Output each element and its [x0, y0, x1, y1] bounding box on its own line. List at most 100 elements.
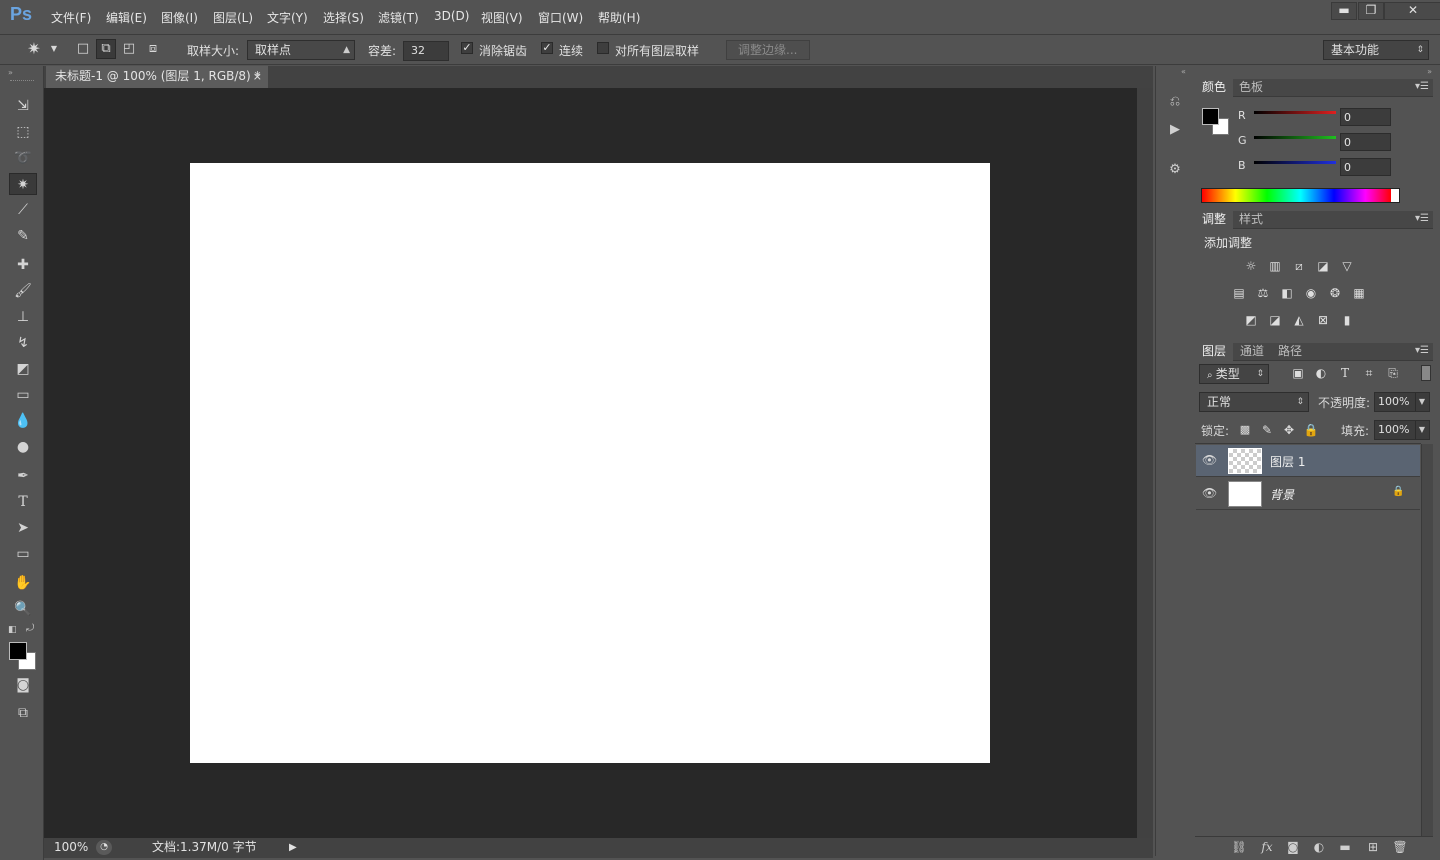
history-panel-icon[interactable]: ⎌: [1162, 92, 1188, 112]
vibrance-icon[interactable]: ▽: [1338, 258, 1356, 274]
filter-pixel-icon[interactable]: ▣: [1289, 365, 1307, 381]
refine-edge-button[interactable]: 调整边缘...: [726, 40, 810, 60]
add-mask-icon[interactable]: ◙: [1284, 838, 1302, 856]
menu-edit[interactable]: 编辑(E): [106, 9, 147, 26]
panel-menu-icon[interactable]: ▾☰: [1415, 211, 1429, 227]
link-layers-icon[interactable]: ⛓: [1230, 838, 1248, 856]
layer-row-background[interactable]: 👁 背景 🔒: [1196, 478, 1420, 510]
healing-brush-tool-icon[interactable]: ✚: [9, 254, 37, 276]
new-adjustment-icon[interactable]: ◐: [1310, 838, 1328, 856]
opacity-input[interactable]: 100% ▼: [1374, 392, 1430, 412]
channel-mixer-icon[interactable]: ❂: [1326, 285, 1344, 301]
channel-r-input[interactable]: 0: [1340, 108, 1391, 126]
zoom-tool-icon[interactable]: 🔍: [9, 598, 37, 620]
tab-adjustments[interactable]: 调整: [1195, 211, 1234, 229]
panel-menu-icon[interactable]: ▾☰: [1415, 343, 1429, 359]
clone-stamp-tool-icon[interactable]: ⊥: [9, 306, 37, 328]
pen-tool-icon[interactable]: ✒: [9, 465, 37, 487]
tab-swatches[interactable]: 色板: [1232, 79, 1270, 97]
menu-help[interactable]: 帮助(H): [598, 9, 640, 26]
menu-file[interactable]: 文件(F): [51, 9, 91, 26]
toolbar-grip[interactable]: [10, 80, 34, 82]
exposure-icon[interactable]: ◪: [1314, 258, 1332, 274]
brightness-icon[interactable]: ☼: [1242, 258, 1260, 274]
posterize-icon[interactable]: ◪: [1266, 312, 1284, 328]
close-window-button[interactable]: ✕: [1384, 2, 1440, 20]
vertical-scrollbar[interactable]: [1137, 88, 1153, 838]
channel-b-input[interactable]: 0: [1340, 158, 1391, 176]
lock-transparent-icon[interactable]: ▩: [1236, 422, 1254, 438]
hue-sat-icon[interactable]: ▤: [1230, 285, 1248, 301]
properties-panel-icon[interactable]: ⚙: [1162, 160, 1188, 180]
chevron-down-icon[interactable]: ▼: [1414, 421, 1425, 439]
foreground-color-swatch[interactable]: [9, 642, 27, 660]
hand-tool-icon[interactable]: ✋: [9, 572, 37, 594]
filter-smart-object-icon[interactable]: ⎘: [1384, 365, 1402, 381]
magic-wand-preset-icon[interactable]: ✷: [22, 40, 46, 58]
actions-panel-icon[interactable]: ▶: [1162, 120, 1188, 140]
visibility-eye-icon[interactable]: 👁: [1202, 486, 1217, 500]
lock-pixels-icon[interactable]: ✎: [1258, 422, 1276, 438]
tab-paths[interactable]: 路径: [1271, 343, 1309, 361]
type-tool-icon[interactable]: T: [9, 491, 37, 513]
chevron-down-icon[interactable]: ▼: [1414, 393, 1425, 411]
marquee-tool-icon[interactable]: ⬚: [9, 121, 37, 143]
filter-adjustment-icon[interactable]: ◐: [1312, 365, 1330, 381]
tab-styles[interactable]: 样式: [1232, 211, 1270, 229]
expand-panels-icon[interactable]: «: [1181, 67, 1186, 76]
levels-icon[interactable]: ▥: [1266, 258, 1284, 274]
menu-layer[interactable]: 图层(L): [213, 9, 253, 26]
tab-layers[interactable]: 图层: [1195, 343, 1234, 361]
restore-button[interactable]: ❐: [1358, 2, 1384, 20]
color-lookup-icon[interactable]: ▦: [1350, 285, 1368, 301]
channel-g-slider[interactable]: [1254, 136, 1336, 139]
layer-row-layer1[interactable]: 👁 图层 1: [1196, 445, 1420, 477]
close-tab-icon[interactable]: ×: [253, 66, 262, 87]
history-brush-tool-icon[interactable]: ↯: [9, 332, 37, 354]
contiguous-checkbox[interactable]: ✓: [541, 42, 553, 54]
tab-channels[interactable]: 通道: [1233, 343, 1271, 361]
menu-view[interactable]: 视图(V): [481, 9, 523, 26]
filter-toggle[interactable]: [1421, 365, 1431, 381]
screen-mode-icon[interactable]: ⧉: [9, 702, 37, 724]
color-balance-icon[interactable]: ⚖: [1254, 285, 1272, 301]
invert-icon[interactable]: ◩: [1242, 312, 1260, 328]
color-spectrum-bar[interactable]: [1201, 188, 1400, 203]
default-colors-icon[interactable]: ◧: [8, 625, 17, 635]
filter-shape-icon[interactable]: ⌗: [1360, 365, 1378, 381]
chevron-down-icon[interactable]: ▼: [49, 40, 59, 58]
swap-colors-icon[interactable]: ⤾: [26, 623, 34, 634]
channel-r-slider[interactable]: [1254, 111, 1336, 114]
menu-filter[interactable]: 滤镜(T): [378, 9, 419, 26]
visibility-eye-icon[interactable]: 👁: [1202, 453, 1217, 467]
move-tool-icon[interactable]: ⇲: [9, 95, 37, 117]
new-selection-icon[interactable]: □: [74, 40, 92, 58]
threshold-icon[interactable]: ◭: [1290, 312, 1308, 328]
channel-b-slider[interactable]: [1254, 161, 1336, 164]
filter-type-icon[interactable]: T: [1336, 365, 1354, 381]
delete-layer-icon[interactable]: 🗑: [1391, 838, 1409, 856]
canvas[interactable]: [190, 163, 990, 763]
tolerance-input[interactable]: 32: [403, 41, 449, 61]
magic-wand-tool-icon[interactable]: ✷: [9, 173, 37, 195]
brush-tool-icon[interactable]: 🖌: [9, 280, 37, 302]
channel-g-input[interactable]: 0: [1340, 133, 1391, 151]
layer-filter-select[interactable]: ⌕ 类型 ⇕: [1199, 364, 1269, 384]
menu-3d[interactable]: 3D(D): [434, 9, 469, 23]
selective-color-icon[interactable]: ⊠: [1314, 312, 1332, 328]
rectangle-tool-icon[interactable]: ▭: [9, 543, 37, 565]
tab-color[interactable]: 颜色: [1195, 79, 1234, 97]
gradient-map-icon[interactable]: ▮: [1338, 312, 1356, 328]
menu-image[interactable]: 图像(I): [161, 9, 198, 26]
lock-all-icon[interactable]: 🔒: [1302, 422, 1320, 438]
sample-size-select[interactable]: 取样点 ▲: [247, 40, 355, 60]
menu-type[interactable]: 文字(Y): [267, 9, 308, 26]
panel-foreground-swatch[interactable]: [1202, 108, 1219, 125]
layer-name[interactable]: 图层 1: [1270, 453, 1305, 470]
dodge-tool-icon[interactable]: ●: [9, 436, 37, 458]
all-layers-checkbox[interactable]: [597, 42, 609, 54]
layer-style-icon[interactable]: fx: [1258, 838, 1276, 856]
layer-name[interactable]: 背景: [1270, 486, 1294, 503]
path-selection-tool-icon[interactable]: ➤: [9, 517, 37, 539]
photo-filter-icon[interactable]: ◉: [1302, 285, 1320, 301]
